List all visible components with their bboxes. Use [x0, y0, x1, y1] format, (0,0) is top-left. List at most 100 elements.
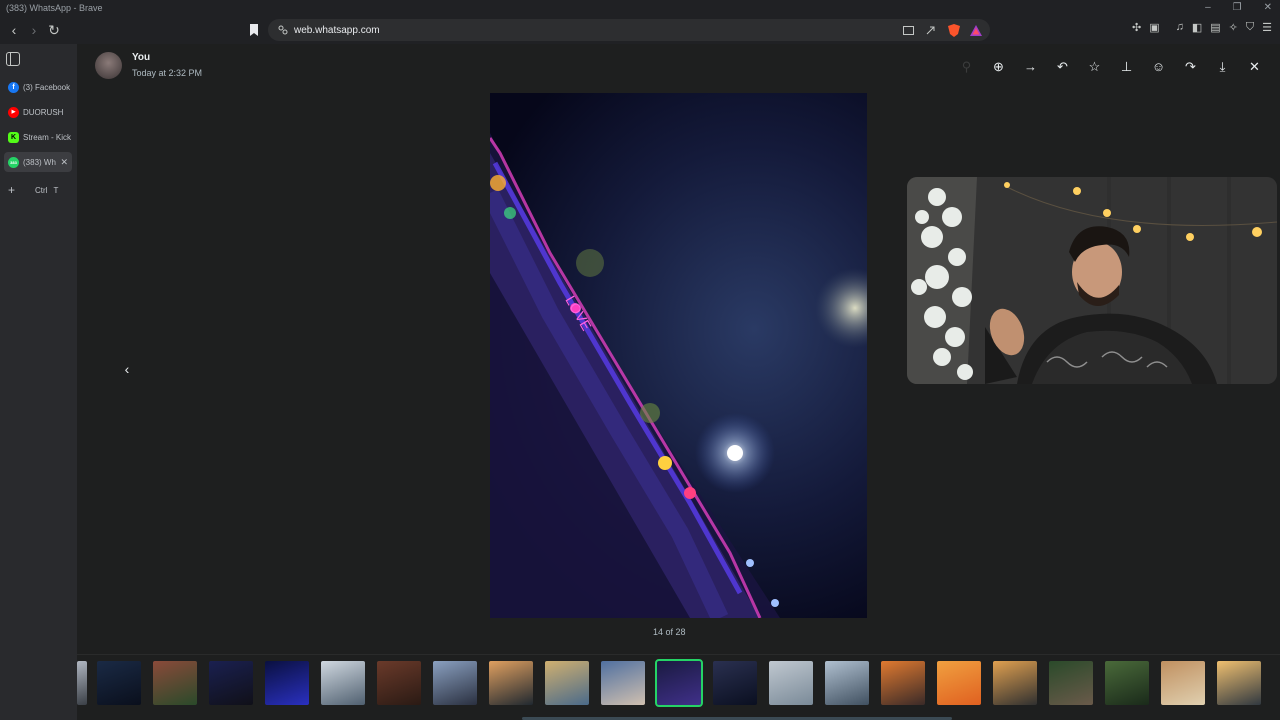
thumbnail[interactable] — [1105, 661, 1149, 705]
reply-icon: ↶ — [1057, 58, 1068, 74]
tab-label: Stream - Kick — [23, 132, 72, 142]
close-button[interactable]: ✕ — [1245, 57, 1264, 76]
thumbnail[interactable] — [769, 661, 813, 705]
address-bar[interactable]: web.whatsapp.com — [268, 19, 990, 41]
bookmark-icon — [250, 24, 258, 36]
thumbnail[interactable] — [433, 661, 477, 705]
media-viewer: You Today at 2:32 PM ⚲ ⊕ → ↶ ☆ ⊥ ☺ ↷ ⤓ ✕ ‹ — [77, 44, 1280, 720]
webcam-overlay — [907, 177, 1277, 384]
thumbnail[interactable] — [265, 661, 309, 705]
forward-arrow-icon: → — [1024, 59, 1037, 74]
thumbnail[interactable] — [881, 661, 925, 705]
emoji-button[interactable]: ☺ — [1149, 57, 1168, 76]
close-tab-icon[interactable]: ✕ — [60, 157, 68, 168]
menu-icon[interactable]: ☰ — [1262, 21, 1272, 34]
thumbnail[interactable] — [77, 661, 87, 705]
avatar[interactable] — [95, 52, 122, 79]
reload-icon: ↻ — [48, 21, 60, 38]
window-title: (383) WhatsApp - Brave — [6, 3, 103, 13]
thumbnail[interactable] — [545, 661, 589, 705]
thumbnail[interactable] — [489, 661, 533, 705]
sidebar-tab-whatsapp[interactable]: 383 (383) WhatsApp ✕ — [4, 152, 72, 172]
new-tab-button[interactable]: + Ctrl T — [4, 180, 72, 200]
cast-icon[interactable] — [903, 25, 914, 35]
sender-name: You — [132, 52, 151, 63]
sidebar-tab-kick[interactable]: K Stream - Kick — [4, 127, 72, 147]
media-icon[interactable]: ♫ — [1176, 21, 1184, 34]
facebook-icon: f — [8, 81, 19, 93]
thumbnail[interactable] — [993, 661, 1037, 705]
tab-label: (3) Facebook — [23, 82, 71, 92]
whatsapp-icon: 383 — [8, 156, 19, 168]
url-text: web.whatsapp.com — [294, 24, 380, 36]
forward-icon: › — [31, 22, 37, 38]
brave-shields-icon[interactable] — [948, 23, 960, 37]
thumbnail[interactable] — [601, 661, 645, 705]
thumbnail[interactable] — [937, 661, 981, 705]
share-icon: ↷ — [1185, 58, 1196, 74]
forward-button[interactable]: › — [24, 20, 44, 40]
leo-ai-icon[interactable]: ✧ — [1229, 21, 1238, 34]
maximize-button[interactable]: ❐ — [1233, 0, 1242, 16]
viewer-actions: ⚲ ⊕ → ↶ ☆ ⊥ ☺ ↷ ⤓ ✕ — [957, 57, 1264, 76]
sidebar-tab-duorush[interactable]: ▶ DUORUSH — [4, 102, 72, 122]
back-icon: ‹ — [11, 22, 17, 38]
zoom-in-button[interactable]: ⊕ — [989, 57, 1008, 76]
media-image[interactable]: LOVE — [490, 93, 867, 618]
thumbnail[interactable] — [321, 661, 365, 705]
vpn-icon[interactable]: ⛉ — [1246, 21, 1254, 34]
tab-sidebar-toggle-icon[interactable] — [6, 52, 20, 66]
media-counter: 14 of 28 — [653, 627, 686, 637]
star-button[interactable]: ☆ — [1085, 57, 1104, 76]
thumbnail-selected[interactable] — [655, 659, 703, 707]
thumbnail[interactable] — [1217, 661, 1261, 705]
shortcut-t: T — [53, 185, 59, 195]
emoji-icon: ☺ — [1151, 59, 1166, 74]
vertical-tabs-sidebar: f (3) Facebook ▶ DUORUSH K Stream - Kick… — [0, 44, 77, 720]
extensions-icon[interactable]: ✣ — [1132, 21, 1141, 34]
share-button[interactable]: ↷ — [1181, 57, 1200, 76]
night-festival-photo: LOVE — [490, 133, 867, 618]
thumbnail[interactable] — [153, 661, 197, 705]
previous-media-button[interactable]: ‹ — [115, 357, 139, 381]
forward-arrow-button[interactable]: → — [1021, 57, 1040, 76]
download-button[interactable]: ⤓ — [1213, 57, 1232, 76]
star-icon: ☆ — [1088, 58, 1101, 74]
tab-label: DUORUSH — [23, 107, 64, 117]
chevron-left-icon: ‹ — [124, 361, 130, 377]
shortcut-ctrl: Ctrl — [35, 185, 48, 195]
tab-label: (383) WhatsApp — [23, 157, 56, 167]
plus-icon: + — [8, 183, 16, 197]
sidebar-toggle-icon[interactable]: ◧ — [1192, 21, 1202, 34]
reply-button[interactable]: ↶ — [1053, 57, 1072, 76]
thumbnail[interactable] — [713, 661, 757, 705]
thumbnail-strip — [77, 654, 1280, 720]
share-page-icon[interactable] — [925, 25, 936, 36]
extension-icons: ✣ ▣ ♫ ◧ ▤ ✧ ⛉ ☰ — [1132, 21, 1272, 34]
streamer-webcam-video — [907, 177, 1277, 384]
pin-button[interactable]: ⊥ — [1117, 57, 1136, 76]
window-controls: – ❐ ✕ — [1205, 0, 1272, 16]
thumbnail[interactable] — [209, 661, 253, 705]
window-titlebar: (383) WhatsApp - Brave – ❐ ✕ — [0, 0, 1280, 16]
window-close-button[interactable]: ✕ — [1264, 0, 1272, 16]
thumbnail[interactable] — [1049, 661, 1093, 705]
message-timestamp: Today at 2:32 PM — [132, 68, 203, 78]
youtube-icon: ▶ — [8, 106, 19, 118]
browser-toolbar: ‹ › ↻ web.whatsapp.com ✣ ▣ ♫ ◧ ▤ ✧ ⛉ ☰ — [0, 16, 1280, 44]
thumbnail[interactable] — [97, 661, 141, 705]
wallet-icon[interactable]: ▤ — [1210, 21, 1220, 34]
thumbnail[interactable] — [1161, 661, 1205, 705]
reload-button[interactable]: ↻ — [44, 20, 64, 40]
minimize-button[interactable]: – — [1205, 0, 1211, 16]
sidebar-tab-facebook[interactable]: f (3) Facebook — [4, 77, 72, 97]
back-button[interactable]: ‹ — [4, 20, 24, 40]
zoom-out-icon: ⚲ — [961, 58, 972, 74]
thumbnail[interactable] — [377, 661, 421, 705]
thumbnail[interactable] — [825, 661, 869, 705]
brave-rewards-icon[interactable] — [970, 24, 982, 36]
kick-icon: K — [8, 131, 19, 143]
bookmark-button[interactable] — [244, 20, 264, 40]
close-icon: ✕ — [1249, 58, 1260, 74]
screenshot-icon[interactable]: ▣ — [1149, 21, 1159, 34]
